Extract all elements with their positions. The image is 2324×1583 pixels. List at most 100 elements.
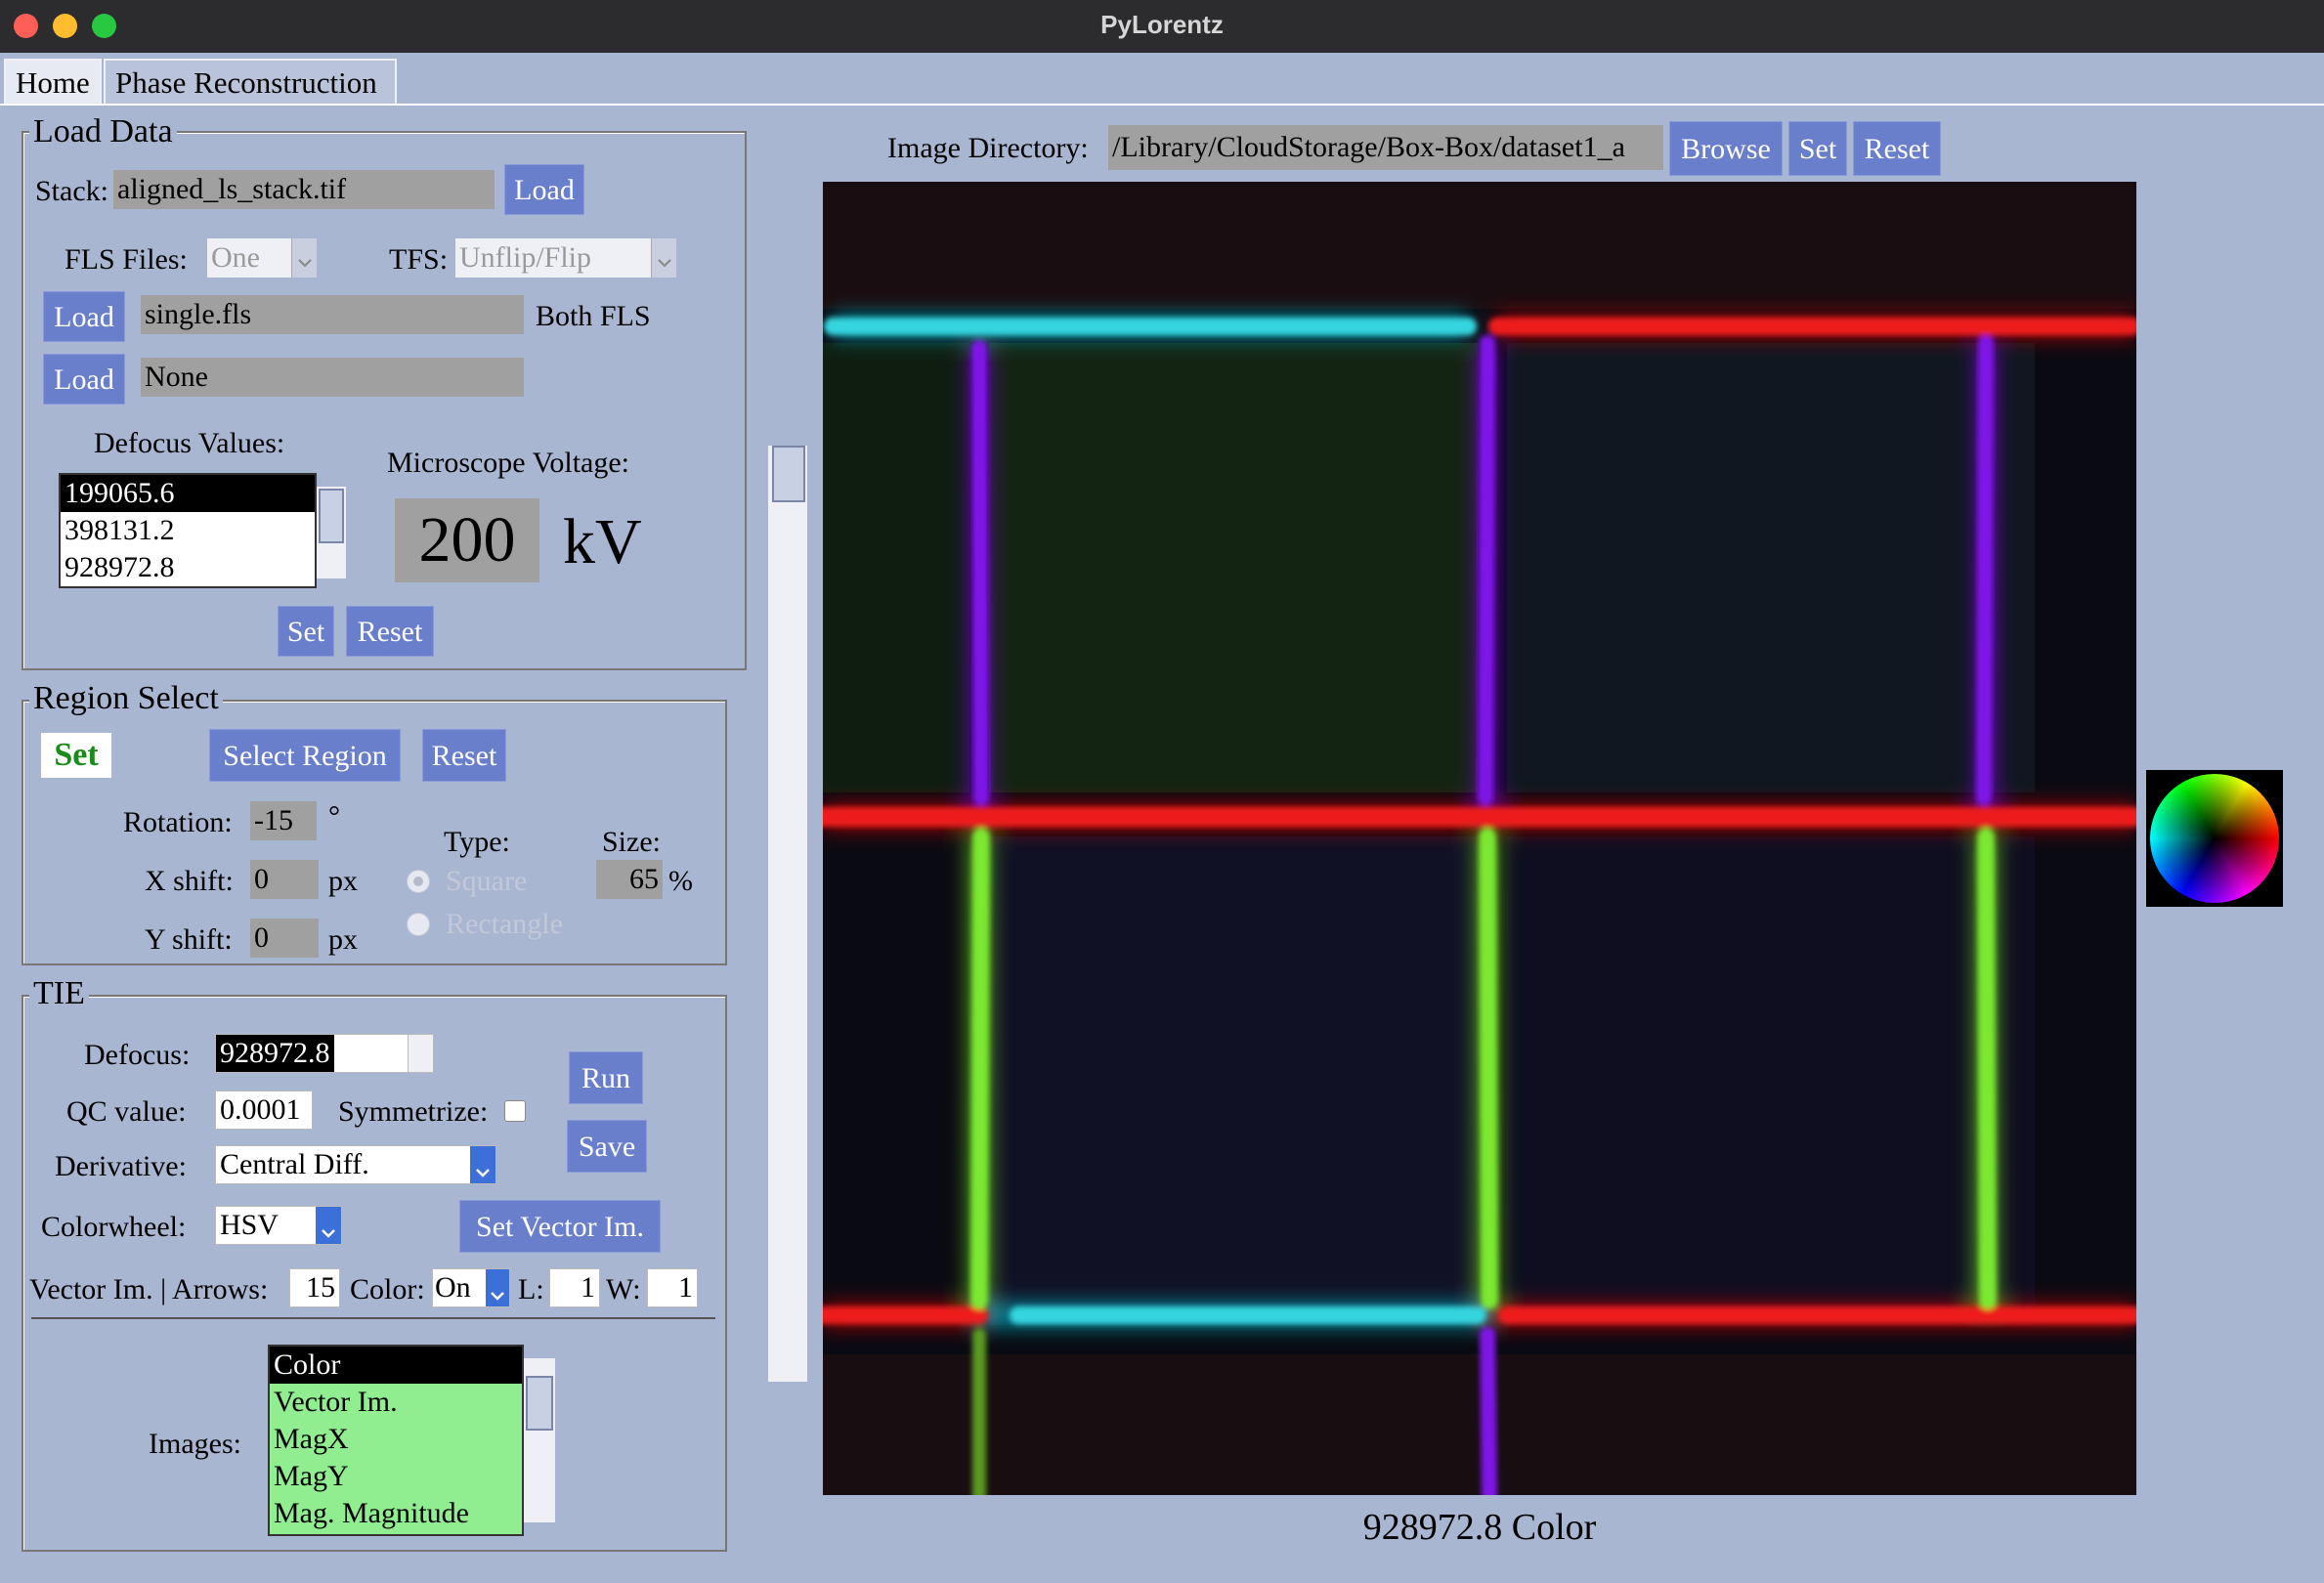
list-item[interactable]: Vector Im. xyxy=(270,1384,522,1421)
symmetrize-checkbox[interactable] xyxy=(504,1100,526,1122)
type-square-radio[interactable] xyxy=(407,870,430,893)
load-fls2-button[interactable]: Load xyxy=(43,354,125,405)
save-button[interactable]: Save xyxy=(567,1120,647,1173)
microscope-voltage-label: Microscope Voltage: xyxy=(387,447,630,479)
type-rectangle-radio[interactable] xyxy=(407,913,430,936)
type-square-label: Square xyxy=(446,865,528,897)
derivative-dropdown[interactable]: Central Diff. xyxy=(215,1145,496,1184)
defocus-values-label: Defocus Values: xyxy=(94,427,285,459)
domain-wall xyxy=(1479,828,1498,1309)
chevron-down-icon xyxy=(291,238,317,278)
vector-l-label: L: xyxy=(518,1273,544,1305)
image-cell xyxy=(823,1354,2136,1495)
load-stack-button[interactable]: Load xyxy=(504,164,584,215)
stack-field[interactable]: aligned_ls_stack.tif xyxy=(113,170,495,209)
image-cell xyxy=(989,836,1478,1325)
images-scroll-thumb[interactable] xyxy=(526,1376,553,1431)
image-cell xyxy=(1507,343,2035,792)
list-item[interactable]: 398131.2 xyxy=(61,512,315,549)
colorwheel-dropdown[interactable]: HSV xyxy=(215,1206,342,1245)
chevron-down-icon xyxy=(316,1207,341,1244)
domain-wall xyxy=(971,340,989,805)
region-reset-button[interactable]: Reset xyxy=(422,729,506,782)
tie-title: TIE xyxy=(29,977,89,1010)
fls2-field[interactable]: None xyxy=(141,358,524,397)
defocus-scroll-thumb[interactable] xyxy=(319,489,344,543)
magnetization-color-image[interactable] xyxy=(823,182,2136,1495)
derivative-value: Central Diff. xyxy=(220,1148,369,1180)
stack-label: Stack: xyxy=(35,175,108,207)
images-label: Images: xyxy=(149,1428,241,1460)
select-region-button[interactable]: Select Region xyxy=(209,729,401,782)
type-label: Type: xyxy=(444,826,510,858)
qc-value-field[interactable]: 0.0001 xyxy=(215,1091,313,1130)
stepper-icon xyxy=(408,1035,433,1072)
colorwheel-legend xyxy=(2146,770,2283,907)
directory-set-button[interactable]: Set xyxy=(1788,121,1847,176)
images-list[interactable]: Color Vector Im. MagX MagY Mag. Magnitud… xyxy=(268,1345,524,1536)
run-button[interactable]: Run xyxy=(569,1051,643,1104)
arrows-field[interactable]: 15 xyxy=(289,1268,340,1307)
tie-separator xyxy=(31,1317,715,1319)
size-label: Size: xyxy=(602,826,661,858)
fls-files-value: One xyxy=(211,241,260,274)
y-shift-field[interactable]: 0 xyxy=(250,919,319,958)
domain-wall xyxy=(1977,828,1997,1309)
list-item[interactable]: Color xyxy=(270,1347,522,1384)
y-shift-label: Y shift: xyxy=(145,923,233,956)
size-unit: % xyxy=(668,865,693,897)
both-fls-label: Both FLS xyxy=(536,300,651,332)
defocus-values-list[interactable]: 199065.6 398131.2 928972.8 xyxy=(59,473,317,588)
list-item[interactable]: 199065.6 xyxy=(61,475,315,512)
defocus-set-button[interactable]: Set xyxy=(278,606,334,657)
vector-l-field[interactable]: 1 xyxy=(549,1268,600,1307)
tfs-label: TFS: xyxy=(389,243,449,276)
tie-defocus-dropdown[interactable]: 928972.8 xyxy=(215,1034,434,1073)
zoom-slider-handle[interactable] xyxy=(772,446,805,502)
region-select-title: Region Select xyxy=(29,682,223,715)
size-field[interactable]: 65 xyxy=(596,860,663,899)
y-shift-unit: px xyxy=(328,923,358,956)
colorwheel-icon xyxy=(2150,774,2279,903)
list-item[interactable]: MagY xyxy=(270,1458,522,1495)
domain-wall xyxy=(1480,1327,1497,1495)
tab-phase-reconstruction[interactable]: Phase Reconstruction xyxy=(104,59,397,104)
window-title: PyLorentz xyxy=(1100,10,1224,39)
voltage-field[interactable]: 200 xyxy=(395,498,539,582)
fls1-field[interactable]: single.fls xyxy=(141,295,524,334)
x-shift-unit: px xyxy=(328,865,358,897)
list-item[interactable]: Mag. Magnitude xyxy=(270,1495,522,1532)
vector-color-dropdown[interactable]: On xyxy=(432,1268,510,1307)
list-item[interactable]: 928972.8 xyxy=(61,549,315,586)
defocus-reset-button[interactable]: Reset xyxy=(346,606,434,657)
tie-defocus-label: Defocus: xyxy=(84,1039,191,1071)
directory-reset-button[interactable]: Reset xyxy=(1853,121,1941,176)
load-data-frame xyxy=(22,131,747,670)
list-item[interactable]: MagX xyxy=(270,1421,522,1458)
vector-color-value: On xyxy=(435,1271,471,1304)
voltage-unit: kV xyxy=(563,506,642,578)
load-data-title: Load Data xyxy=(29,115,177,149)
browse-button[interactable]: Browse xyxy=(1669,121,1783,176)
set-vector-image-button[interactable]: Set Vector Im. xyxy=(459,1200,661,1253)
x-shift-field[interactable]: 0 xyxy=(250,860,319,899)
tab-home[interactable]: Home xyxy=(4,59,102,104)
image-cell xyxy=(823,343,969,792)
tfs-value: Unflip/Flip xyxy=(459,241,592,274)
chevron-down-icon xyxy=(470,1146,495,1183)
domain-wall xyxy=(1976,335,1994,805)
x-shift-label: X shift: xyxy=(145,865,234,897)
load-fls1-button[interactable]: Load xyxy=(43,291,125,342)
fls-files-dropdown[interactable]: One xyxy=(207,238,317,278)
tie-defocus-value: 928972.8 xyxy=(216,1035,334,1072)
region-set-indicator[interactable]: Set xyxy=(41,733,111,778)
image-directory-field[interactable]: /Library/CloudStorage/Box-Box/dataset1_a xyxy=(1108,125,1663,170)
rotation-label: Rotation: xyxy=(123,806,233,838)
type-rectangle-label: Rectangle xyxy=(446,908,563,940)
vector-w-field[interactable]: 1 xyxy=(647,1268,698,1307)
chevron-down-icon xyxy=(486,1269,509,1306)
domain-wall xyxy=(1478,335,1495,805)
tfs-dropdown[interactable]: Unflip/Flip xyxy=(455,238,676,278)
rotation-field[interactable]: -15 xyxy=(250,801,317,840)
zoom-slider[interactable] xyxy=(768,446,807,1382)
